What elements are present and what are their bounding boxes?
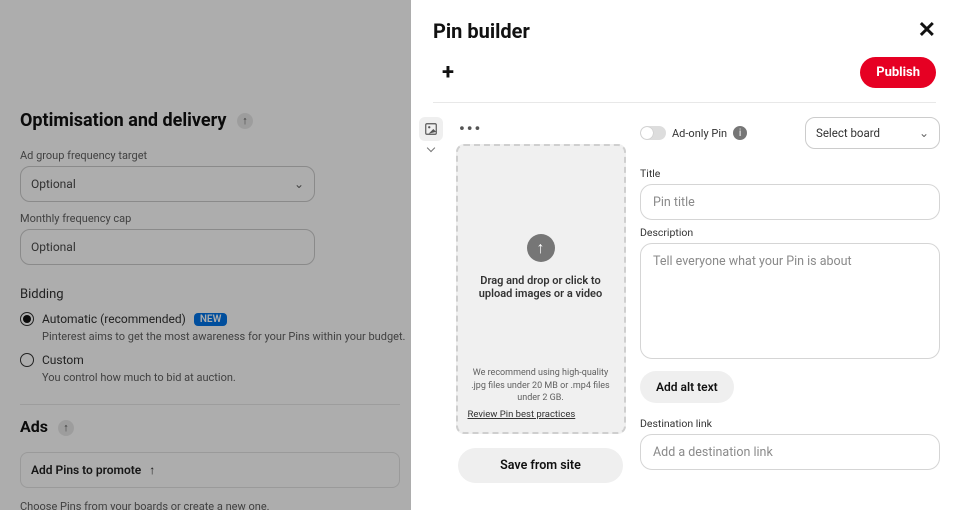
- modal-backdrop[interactable]: [0, 0, 411, 510]
- add-alt-text-button[interactable]: Add alt text: [640, 371, 734, 403]
- pin-description-input[interactable]: [640, 243, 940, 359]
- image-icon[interactable]: [419, 117, 443, 141]
- destination-link-label: Destination link: [640, 417, 940, 430]
- description-label: Description: [640, 226, 940, 239]
- upload-arrow-icon: ↑: [527, 234, 555, 262]
- publish-button[interactable]: Publish: [860, 57, 936, 88]
- pin-thumbnail-rail: [421, 117, 441, 493]
- close-icon[interactable]: ✕: [918, 18, 936, 43]
- destination-link-input[interactable]: [640, 434, 940, 470]
- upload-dropzone[interactable]: ↑ Drag and drop or click to upload image…: [456, 144, 626, 434]
- ad-only-label: Ad-only Pin: [672, 127, 727, 140]
- pin-title-input[interactable]: [640, 184, 940, 220]
- save-from-site-button[interactable]: Save from site: [458, 448, 623, 483]
- chevron-down-icon: ⌄: [919, 126, 929, 140]
- title-label: Title: [640, 167, 940, 180]
- dropzone-text: Drag and drop or click to upload images …: [466, 274, 616, 300]
- info-icon[interactable]: i: [733, 126, 747, 140]
- pin-builder-panel: Pin builder ✕ + Publish ••• ↑ Drag and d…: [411, 0, 958, 510]
- more-options-button[interactable]: •••: [459, 119, 482, 138]
- panel-title: Pin builder: [433, 19, 530, 43]
- ad-only-toggle[interactable]: [640, 126, 666, 140]
- select-board-dropdown[interactable]: Select board ⌄: [805, 117, 940, 149]
- chevron-down-icon[interactable]: [427, 144, 435, 152]
- dropzone-hint: We recommend using high-quality .jpg fil…: [468, 367, 614, 405]
- best-practices-link[interactable]: Review Pin best practices: [468, 409, 614, 420]
- add-pin-button[interactable]: +: [433, 58, 463, 88]
- select-board-value: Select board: [816, 126, 880, 140]
